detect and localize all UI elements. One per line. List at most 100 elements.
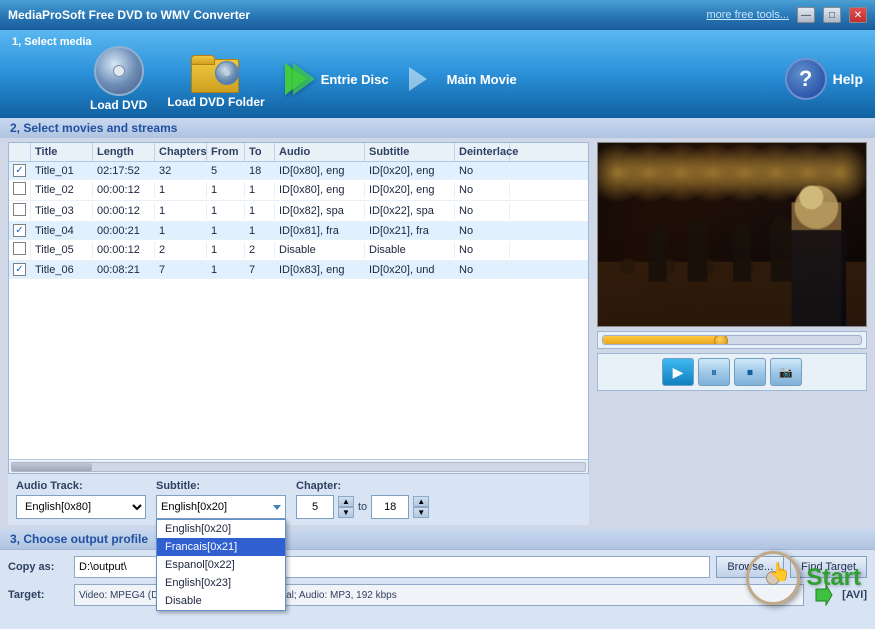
copy-as-label: Copy as: bbox=[8, 561, 68, 573]
subtitle-dropdown: English[0x20] Francais[0x21] Espanol[0x2… bbox=[156, 519, 286, 611]
cell-length: 00:08:21 bbox=[93, 262, 155, 278]
toolbar: 1, Select media Load DVD Load DVD Folder bbox=[0, 30, 875, 118]
help-button[interactable]: ? Help bbox=[785, 58, 863, 100]
preview-panel: ▶ ⏸ ⏹ 📷 bbox=[597, 142, 867, 525]
video-preview bbox=[597, 142, 867, 327]
chapter-to-down[interactable]: ▼ bbox=[413, 507, 429, 518]
chapter-label: Chapter: bbox=[296, 480, 429, 492]
progress-bar-area[interactable] bbox=[597, 331, 867, 349]
load-dvd-button[interactable]: Load DVD bbox=[90, 46, 147, 112]
section3-header: 3, Choose output profile bbox=[0, 529, 875, 549]
main-movie-button[interactable]: Main Movie bbox=[447, 72, 517, 87]
row-checkbox[interactable] bbox=[13, 242, 26, 255]
toolbar-content: Load DVD Load DVD Folder Entrie Disc bbox=[0, 30, 875, 118]
subtitle-option-0[interactable]: English[0x20] bbox=[157, 520, 285, 538]
audio-track-select[interactable]: English[0x80] bbox=[16, 495, 146, 519]
help-label: Help bbox=[833, 71, 863, 87]
col-header-chapters: Chapters bbox=[155, 143, 207, 161]
subtitle-select-wrapper: English[0x20] English[0x20] Francais[0x2… bbox=[156, 495, 286, 519]
playback-controls: ▶ ⏸ ⏹ 📷 bbox=[597, 353, 867, 391]
chapter-from-up[interactable]: ▲ bbox=[338, 496, 354, 507]
minimize-button[interactable]: — bbox=[797, 7, 815, 23]
chapter-from-spinner[interactable]: ▲ ▼ bbox=[338, 496, 354, 518]
col-header-to: To bbox=[245, 143, 275, 161]
scrollbar-thumb[interactable] bbox=[12, 463, 92, 471]
close-button[interactable]: ✕ bbox=[849, 7, 867, 23]
cell-deinterlace: No bbox=[455, 203, 510, 219]
output-section: Copy as: Browse... Find Target Target: V… bbox=[0, 549, 875, 629]
stop-icon: ⏹ bbox=[747, 365, 753, 380]
cell-chapters: 7 bbox=[155, 262, 207, 278]
table-row: Title_04 00:00:21 1 1 1 ID[0x81], fra ID… bbox=[9, 222, 588, 240]
cell-audio: ID[0x80], eng bbox=[275, 163, 365, 179]
chapter-from-down[interactable]: ▼ bbox=[338, 507, 354, 518]
capture-icon: 📷 bbox=[779, 366, 793, 379]
start-button[interactable]: 👆 Start bbox=[746, 551, 861, 605]
load-dvd-folder-button[interactable]: Load DVD Folder bbox=[167, 49, 264, 109]
cell-deinterlace: No bbox=[455, 242, 510, 258]
cell-title: Title_04 bbox=[31, 223, 93, 239]
section2-header: 2, Select movies and streams bbox=[0, 118, 875, 138]
cell-deinterlace: No bbox=[455, 163, 510, 179]
table-body: Title_01 02:17:52 32 5 18 ID[0x80], eng … bbox=[9, 162, 588, 459]
subtitle-dropdown-arrow bbox=[273, 505, 281, 510]
subtitle-option-2[interactable]: Espanol[0x22] bbox=[157, 556, 285, 574]
progress-track[interactable] bbox=[602, 335, 862, 345]
maximize-button[interactable]: □ bbox=[823, 7, 841, 23]
chapter-inputs: 5 ▲ ▼ to 18 ▲ ▼ bbox=[296, 495, 429, 519]
row-checkbox[interactable] bbox=[13, 263, 26, 276]
progress-handle[interactable] bbox=[714, 335, 728, 345]
subtitle-select-display[interactable]: English[0x20] bbox=[156, 495, 286, 519]
capture-button[interactable]: 📷 bbox=[770, 358, 802, 386]
chapter-from-input[interactable]: 5 bbox=[296, 495, 334, 519]
row-checkbox[interactable] bbox=[13, 164, 26, 177]
cell-subtitle: ID[0x22], spa bbox=[365, 203, 455, 219]
cell-from: 1 bbox=[207, 262, 245, 278]
col-header-title: Title bbox=[31, 143, 93, 161]
cell-deinterlace: No bbox=[455, 182, 510, 198]
titlebar-right: more free tools... — □ ✕ bbox=[706, 7, 867, 23]
cell-from: 1 bbox=[207, 223, 245, 239]
subtitle-option-4[interactable]: Disable bbox=[157, 592, 285, 610]
table-row: Title_01 02:17:52 32 5 18 ID[0x80], eng … bbox=[9, 162, 588, 180]
pause-button[interactable]: ⏸ bbox=[698, 358, 730, 386]
cell-title: Title_05 bbox=[31, 242, 93, 258]
chapter-to-input[interactable]: 18 bbox=[371, 495, 409, 519]
play-button[interactable]: ▶ bbox=[662, 358, 694, 386]
entre-disc-label: Entrie Disc bbox=[321, 72, 389, 87]
subtitle-option-3[interactable]: English[0x23] bbox=[157, 574, 285, 592]
cell-to: 7 bbox=[245, 262, 275, 278]
target-row: Target: Video: MPEG4 (DivX, XviD), 1500 … bbox=[8, 582, 867, 608]
chapter-to-label-text: to bbox=[358, 501, 367, 513]
cell-audio: ID[0x80], eng bbox=[275, 182, 365, 198]
cell-deinterlace: No bbox=[455, 262, 510, 278]
preview-canvas bbox=[598, 143, 866, 326]
media-table: Title Length Chapters From To Audio Subt… bbox=[8, 142, 589, 474]
start-disc-icon: 👆 bbox=[746, 551, 800, 605]
cell-from: 1 bbox=[207, 203, 245, 219]
table-scrollbar[interactable] bbox=[9, 459, 588, 473]
entre-disc-button[interactable]: Entrie Disc bbox=[285, 63, 389, 95]
cell-from: 1 bbox=[207, 242, 245, 258]
cell-audio: ID[0x81], fra bbox=[275, 223, 365, 239]
chapter-to-up[interactable]: ▲ bbox=[413, 496, 429, 507]
cell-subtitle: ID[0x21], fra bbox=[365, 223, 455, 239]
cell-chapters: 1 bbox=[155, 223, 207, 239]
scrollbar-track[interactable] bbox=[11, 462, 586, 472]
chapter-to-spinner[interactable]: ▲ ▼ bbox=[413, 496, 429, 518]
cell-subtitle: ID[0x20], und bbox=[365, 262, 455, 278]
row-checkbox[interactable] bbox=[13, 203, 26, 216]
audio-track-select-wrapper: English[0x80] bbox=[16, 495, 146, 519]
entre-disc-arrow2 bbox=[293, 63, 315, 95]
col-header-audio: Audio bbox=[275, 143, 365, 161]
more-free-tools-link[interactable]: more free tools... bbox=[706, 9, 789, 21]
row-checkbox[interactable] bbox=[13, 224, 26, 237]
row-checkbox[interactable] bbox=[13, 182, 26, 195]
subtitle-option-1[interactable]: Francais[0x21] bbox=[157, 538, 285, 556]
cell-chapters: 32 bbox=[155, 163, 207, 179]
cell-audio: Disable bbox=[275, 242, 365, 258]
stop-button[interactable]: ⏹ bbox=[734, 358, 766, 386]
cell-title: Title_02 bbox=[31, 182, 93, 198]
cell-subtitle: Disable bbox=[365, 242, 455, 258]
play-icon: ▶ bbox=[673, 364, 684, 381]
